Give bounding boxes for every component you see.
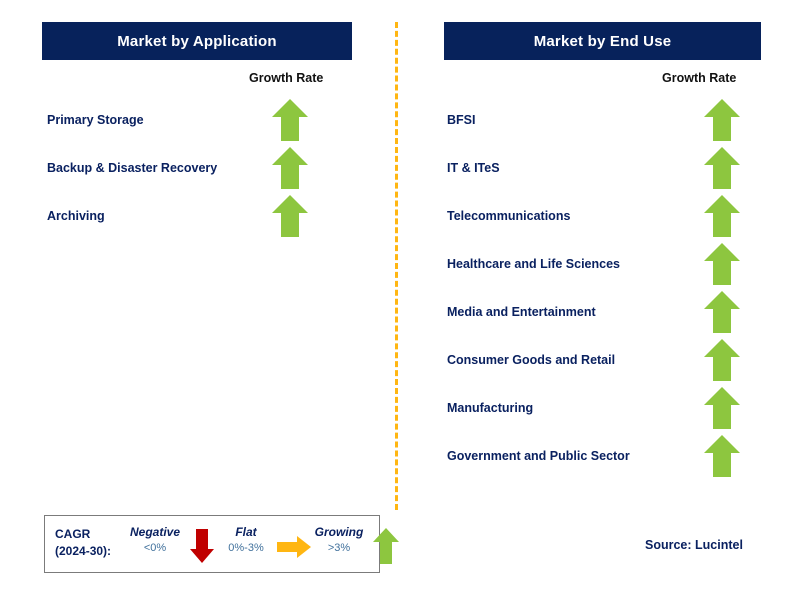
legend-icon-negative bbox=[189, 528, 215, 569]
arrow-up-icon bbox=[704, 291, 740, 333]
table-row: BFSI bbox=[396, 96, 785, 144]
arrow-up-icon bbox=[704, 339, 740, 381]
panel-application-title: Market by Application bbox=[117, 32, 277, 50]
row-label-bfsi: BFSI bbox=[447, 113, 476, 127]
legend-item-growing: Growing >3% bbox=[303, 525, 375, 554]
legend-growing-range: >3% bbox=[327, 542, 351, 554]
arrow-up-icon bbox=[704, 435, 740, 477]
legend-cagr-label: CAGR (2024-30): bbox=[55, 526, 111, 560]
cagr-legend: CAGR (2024-30): Negative <0% Flat 0%-3% … bbox=[44, 515, 399, 573]
panel-enduse-header: Market by End Use bbox=[444, 22, 761, 60]
growth-indicator-archiving bbox=[270, 193, 310, 239]
row-label-government-and-public-sector: Government and Public Sector bbox=[447, 449, 630, 463]
table-row: Archiving bbox=[0, 192, 396, 240]
source-attribution: Source: Lucintel bbox=[645, 538, 743, 552]
arrow-up-icon bbox=[704, 387, 740, 429]
arrow-up-icon bbox=[373, 528, 399, 564]
arrow-up-icon bbox=[704, 195, 740, 237]
row-label-archiving: Archiving bbox=[47, 209, 105, 223]
table-row: Media and Entertainment bbox=[396, 288, 785, 336]
panel-market-by-end-use: Market by End Use Growth Rate BFSI IT & … bbox=[396, 0, 785, 591]
legend-growing-title: Growing bbox=[314, 525, 364, 539]
legend-item-negative: Negative <0% bbox=[120, 525, 190, 554]
row-label-consumer-goods-and-retail: Consumer Goods and Retail bbox=[447, 353, 616, 367]
panel-market-by-application: Market by Application Growth Rate Primar… bbox=[0, 0, 396, 591]
growth-rate-column-header-application: Growth Rate bbox=[249, 71, 324, 85]
legend-negative-range: <0% bbox=[143, 542, 167, 554]
row-label-primary-storage: Primary Storage bbox=[47, 113, 144, 127]
legend-icon-growing bbox=[372, 527, 400, 570]
arrow-up-icon bbox=[704, 147, 740, 189]
arrow-down-icon bbox=[190, 529, 214, 563]
growth-indicator-bfsi bbox=[702, 97, 742, 143]
legend-flat-title: Flat bbox=[235, 525, 257, 539]
table-row: Telecommunications bbox=[396, 192, 785, 240]
table-row: IT & ITeS bbox=[396, 144, 785, 192]
arrow-up-icon bbox=[272, 147, 308, 189]
arrow-up-icon bbox=[272, 195, 308, 237]
row-label-healthcare-and-life-sciences: Healthcare and Life Sciences bbox=[447, 257, 620, 271]
panel-application-header: Market by Application bbox=[42, 22, 352, 60]
legend-negative-title: Negative bbox=[129, 525, 181, 539]
growth-indicator-telecommunications bbox=[702, 193, 742, 239]
growth-indicator-media-and-entertainment bbox=[702, 289, 742, 335]
legend-cagr-line1: CAGR bbox=[55, 527, 91, 541]
table-row: Consumer Goods and Retail bbox=[396, 336, 785, 384]
growth-indicator-it-ites bbox=[702, 145, 742, 191]
legend-item-flat: Flat 0%-3% bbox=[213, 525, 279, 554]
table-row: Manufacturing bbox=[396, 384, 785, 432]
row-label-it-ites: IT & ITeS bbox=[447, 161, 500, 175]
row-label-backup-disaster-recovery: Backup & Disaster Recovery bbox=[47, 161, 218, 175]
arrow-up-icon bbox=[704, 243, 740, 285]
row-label-media-and-entertainment: Media and Entertainment bbox=[447, 305, 596, 319]
growth-indicator-backup-disaster-recovery bbox=[270, 145, 310, 191]
arrow-up-icon bbox=[272, 99, 308, 141]
table-row: Government and Public Sector bbox=[396, 432, 785, 480]
panel-enduse-title: Market by End Use bbox=[533, 32, 672, 50]
table-row: Backup & Disaster Recovery bbox=[0, 144, 396, 192]
row-label-manufacturing: Manufacturing bbox=[447, 401, 534, 415]
row-label-telecommunications: Telecommunications bbox=[447, 209, 571, 223]
growth-indicator-primary-storage bbox=[270, 97, 310, 143]
table-row: Healthcare and Life Sciences bbox=[396, 240, 785, 288]
growth-indicator-consumer-goods-and-retail bbox=[702, 337, 742, 383]
legend-cagr-line2: (2024-30): bbox=[55, 544, 112, 558]
arrow-up-icon bbox=[704, 99, 740, 141]
table-row: Primary Storage bbox=[0, 96, 396, 144]
growth-indicator-government-and-public-sector bbox=[702, 433, 742, 479]
growth-indicator-healthcare-and-life-sciences bbox=[702, 241, 742, 287]
growth-rate-column-header-enduse: Growth Rate bbox=[662, 71, 737, 85]
legend-flat-range: 0%-3% bbox=[228, 542, 264, 554]
growth-indicator-manufacturing bbox=[702, 385, 742, 431]
